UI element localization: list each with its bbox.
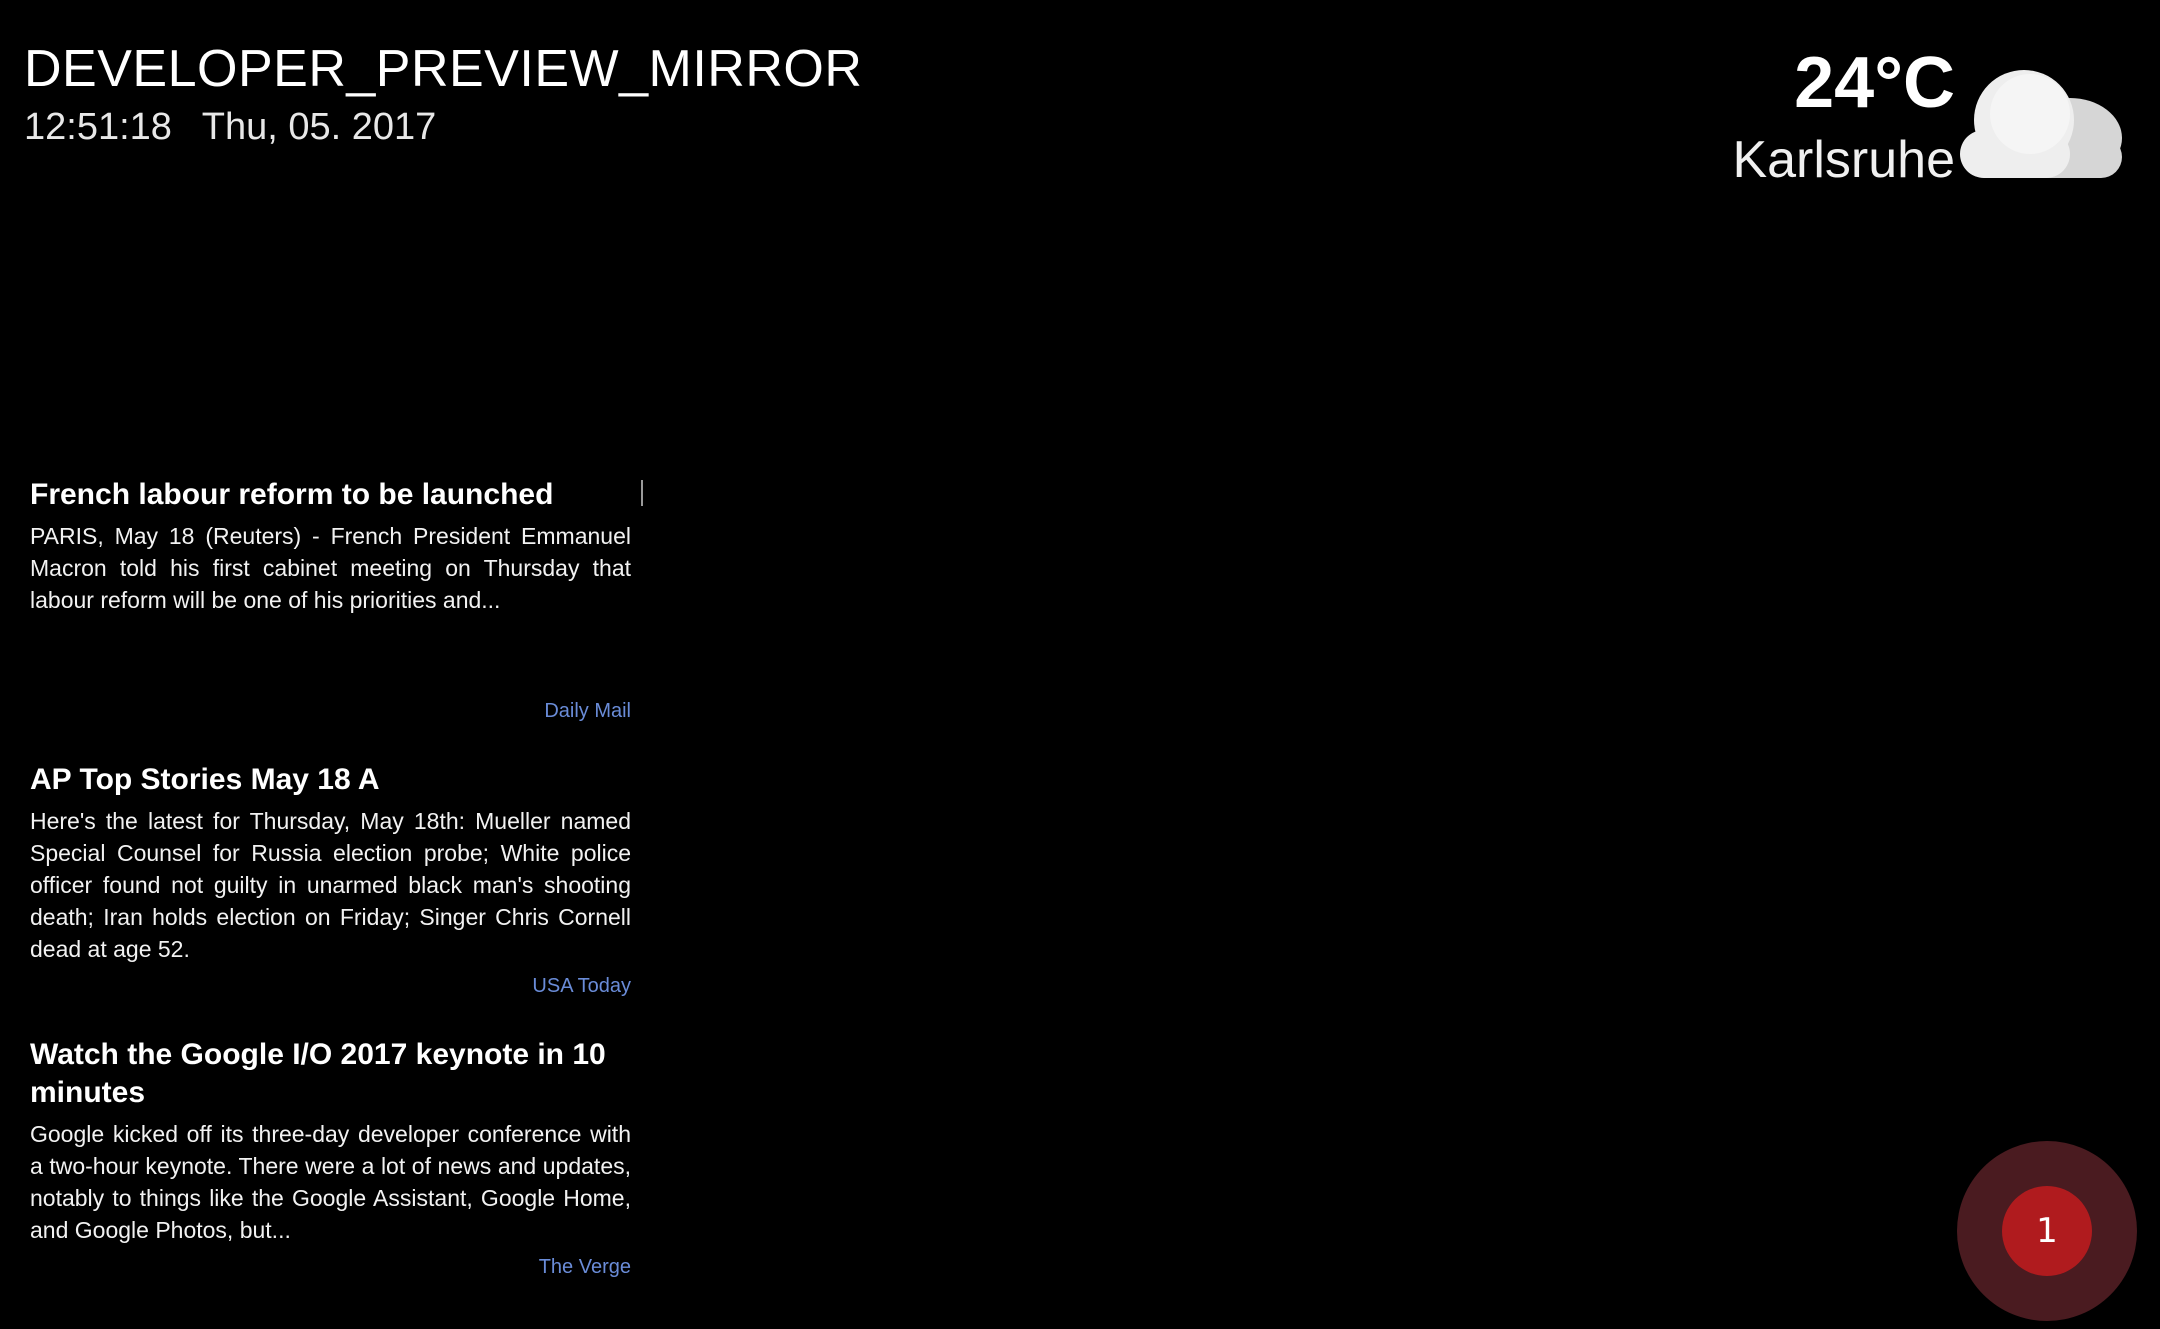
news-source[interactable]: The Verge xyxy=(30,1256,631,1279)
news-headline: AP Top Stories May 18 A xyxy=(30,763,380,796)
datetime: 12:51:18 Thu, 05. 2017 xyxy=(24,106,436,149)
news-summary: PARIS, May 18 (Reuters) - French Preside… xyxy=(30,523,631,613)
news-headline: French labour reform to be launched xyxy=(30,478,554,511)
cloud-icon xyxy=(1960,70,2122,178)
clock-time: 12:51:18 xyxy=(24,106,172,148)
notification-count[interactable]: 1 xyxy=(2002,1186,2092,1276)
weather-widget: 24°C Karlsruhe xyxy=(1732,40,2160,200)
news-item[interactable]: AP Top Stories May 18 A Here's the lates… xyxy=(30,761,631,998)
clock-date: Thu, 05. 2017 xyxy=(201,106,437,148)
news-feed: French labour reform to be launched PARI… xyxy=(30,476,631,1317)
weather-city: Karlsruhe xyxy=(1732,131,1955,189)
news-headline: Watch the Google I/O 2017 keynote in 10 … xyxy=(30,1038,606,1109)
app-title: DEVELOPER_PREVIEW_MIRROR xyxy=(24,40,863,98)
news-item[interactable]: French labour reform to be launched PARI… xyxy=(30,476,631,723)
mirror-screen: DEVELOPER_PREVIEW_MIRROR 12:51:18 Thu, 0… xyxy=(0,0,2160,1329)
notification-badge[interactable]: 1 xyxy=(1957,1141,2137,1321)
news-summary: Google kicked off its three-day develope… xyxy=(30,1121,631,1243)
news-source[interactable]: Daily Mail xyxy=(30,700,631,723)
weather-temperature: 24°C xyxy=(1794,43,1955,123)
news-scroll-indicator[interactable] xyxy=(641,480,643,506)
news-item[interactable]: Watch the Google I/O 2017 keynote in 10 … xyxy=(30,1036,631,1279)
news-summary: Here's the latest for Thursday, May 18th… xyxy=(30,808,631,962)
news-source[interactable]: USA Today xyxy=(30,975,631,998)
